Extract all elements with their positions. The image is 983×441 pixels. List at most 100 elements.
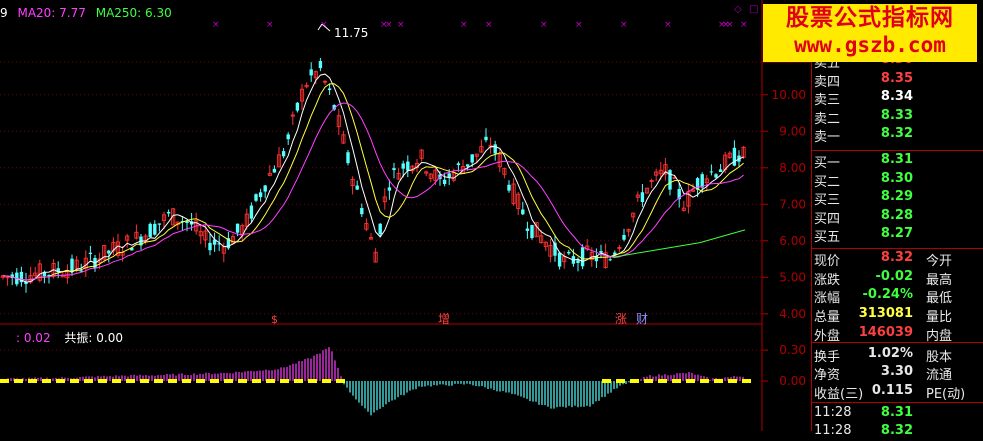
signal-dash bbox=[84, 379, 93, 383]
sell-level-4-label: 卖四 bbox=[814, 74, 841, 90]
kline-chart[interactable]: 10.00 9.00 8.00 7.00 6.00 5.00 4.00 0.30 0.00 1… bbox=[0, 0, 812, 431]
signal-dash bbox=[196, 379, 205, 383]
candle-body bbox=[470, 154, 474, 163]
tick-0: 11:28 8.31 bbox=[812, 405, 983, 423]
candle-body bbox=[249, 205, 254, 219]
candle-body bbox=[235, 223, 240, 233]
candle-body bbox=[355, 185, 359, 190]
signal-marker: × bbox=[740, 20, 748, 30]
candle-body bbox=[406, 161, 410, 171]
stat-2-label2: 最低 bbox=[926, 291, 953, 307]
candle-body bbox=[576, 260, 580, 263]
stat-3-value: 313081 bbox=[858, 306, 913, 322]
y-tick-label: 7.00 bbox=[779, 197, 806, 211]
stat-7: 收益(三) 0.115 PE(动) bbox=[812, 383, 983, 402]
buy-level-1-value: 8.31 bbox=[880, 152, 913, 167]
stat-7-label2: PE(动) bbox=[926, 386, 966, 402]
signal-dash bbox=[700, 379, 709, 383]
sell-level-2-value: 8.33 bbox=[880, 107, 913, 123]
candle-body bbox=[714, 174, 718, 178]
stat-0-label2: 今开 bbox=[926, 254, 953, 269]
candle-body bbox=[709, 171, 714, 173]
buy-level-2-value: 8.30 bbox=[880, 170, 913, 186]
signal-dash bbox=[238, 379, 247, 383]
signal-dash bbox=[140, 379, 149, 383]
candle-body bbox=[530, 225, 534, 239]
tick-0-value: 8.31 bbox=[880, 405, 913, 420]
signal-dash bbox=[742, 379, 751, 383]
signal-marker: × bbox=[397, 20, 405, 30]
stat-3-label: 总量 bbox=[814, 310, 841, 326]
candle-body bbox=[70, 258, 74, 272]
candle-body bbox=[378, 223, 382, 235]
stat-5-label2: 股本 bbox=[926, 349, 953, 365]
signal-dash bbox=[280, 379, 289, 383]
candle-body bbox=[157, 223, 162, 225]
buy-level-4: 买四 8.28 bbox=[812, 207, 983, 227]
osc-tick-label: 0.30 bbox=[779, 343, 806, 357]
sell-level-1-value: 8.32 bbox=[880, 126, 913, 141]
signal-dash bbox=[56, 379, 65, 383]
signal-dash bbox=[252, 379, 261, 383]
stat-2: 涨幅 -0.24% 最低 bbox=[812, 287, 983, 307]
signal-dash bbox=[42, 379, 51, 383]
candle-body bbox=[258, 192, 263, 198]
stock-terminal: 9 MA20: 7.77 MA250: 6.30 ◇ □ 10.00 9.00 8.… bbox=[0, 0, 983, 438]
signal-marker: × bbox=[320, 20, 328, 30]
buy-level-4-value: 8.28 bbox=[880, 207, 913, 223]
candle-body bbox=[557, 252, 562, 267]
buy-level-3: 买三 8.29 bbox=[812, 189, 983, 208]
event-marker: 增 bbox=[438, 312, 450, 326]
buy-level-2-label: 买二 bbox=[814, 174, 841, 190]
buy-level-3-label: 买三 bbox=[814, 193, 841, 208]
candle-body bbox=[263, 185, 267, 192]
watermark-title: 股票公式指标网 bbox=[786, 5, 954, 31]
sell-level-1: 卖一 8.32 bbox=[812, 126, 983, 145]
candle-body bbox=[153, 223, 157, 235]
candle-body bbox=[622, 235, 626, 240]
candle-body bbox=[387, 187, 392, 191]
stat-4-label: 外盘 bbox=[814, 328, 841, 344]
signal-dash bbox=[728, 379, 737, 383]
signal-marker: × bbox=[266, 20, 274, 30]
stats-divider bbox=[811, 248, 983, 249]
signal-dash bbox=[714, 379, 723, 383]
stat-6-value: 3.30 bbox=[880, 364, 913, 380]
sell-level-3-label: 卖三 bbox=[814, 93, 841, 108]
signal-dash bbox=[644, 379, 653, 383]
signal-marker: × bbox=[460, 20, 468, 30]
event-marker: 财 bbox=[636, 312, 648, 326]
watermark-url: www.gszb.com bbox=[794, 33, 946, 57]
y-tick-label: 10.00 bbox=[772, 88, 806, 102]
candle-body bbox=[718, 169, 723, 172]
candle-body bbox=[309, 69, 313, 76]
buy-level-3-value: 8.29 bbox=[880, 189, 913, 204]
y-tick-label: 5.00 bbox=[779, 270, 806, 284]
signal-marker: × bbox=[385, 20, 393, 30]
candle-body bbox=[281, 151, 286, 157]
y-tick-label: 6.00 bbox=[779, 234, 806, 248]
signal-marker: × bbox=[212, 20, 220, 30]
stat-4: 外盘 146039 内盘 bbox=[812, 324, 983, 344]
tick-0-label: 11:28 bbox=[814, 405, 852, 420]
stat-1-label: 涨跌 bbox=[814, 272, 841, 288]
candle-body bbox=[599, 251, 603, 253]
candle-body bbox=[447, 173, 451, 178]
book-divider bbox=[811, 150, 983, 151]
stat-5-value: 1.02% bbox=[867, 345, 913, 361]
oscillator-legend: : 0.02 共振: 0.00 bbox=[16, 329, 133, 346]
signal-dash bbox=[28, 379, 37, 383]
osc-value: : 0.02 bbox=[16, 331, 51, 345]
signal-dash bbox=[112, 379, 121, 383]
sell-level-2: 卖二 8.33 bbox=[812, 107, 983, 127]
candle-body bbox=[580, 247, 585, 267]
signal-dash bbox=[224, 379, 233, 383]
stat-4-value: 146039 bbox=[858, 324, 913, 340]
candle-body bbox=[327, 88, 332, 91]
signal-marker: × bbox=[485, 20, 493, 30]
buy-level-1: 买一 8.31 bbox=[812, 152, 983, 171]
signal-marker: × bbox=[540, 20, 548, 30]
candle-body bbox=[318, 61, 323, 69]
candle-body bbox=[286, 134, 290, 140]
candle-body bbox=[401, 163, 405, 169]
